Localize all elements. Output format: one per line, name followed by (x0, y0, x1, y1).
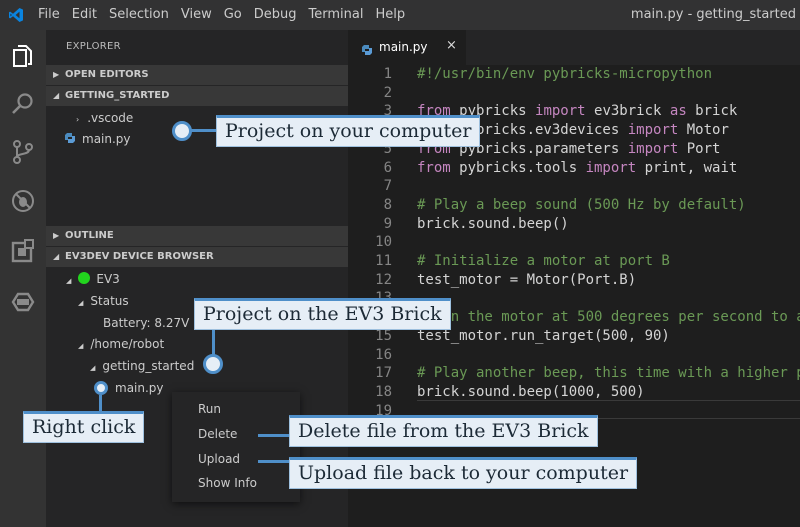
line-number: 17 (375, 365, 392, 382)
line-number: 9 (383, 215, 392, 232)
menu-item-upload[interactable]: Upload (198, 452, 240, 466)
callout-project-brick: Project on the EV3 Brick (194, 298, 451, 330)
chevron-right-icon: ▶ (53, 231, 60, 240)
line-number: 16 (375, 346, 392, 363)
menu-item-delete[interactable]: Delete (198, 427, 237, 441)
line-number: 18 (375, 383, 392, 400)
section-device-browser[interactable]: ◢ EV3DEV DEVICE BROWSER (46, 247, 348, 267)
battery-status: Battery: 8.27V (103, 316, 190, 330)
explorer-title: EXPLORER (66, 41, 121, 52)
files-icon[interactable] (9, 42, 37, 70)
tree-device-ev3[interactable]: ◢ EV3 (66, 269, 120, 289)
tree-status[interactable]: ◢ Status (78, 291, 129, 311)
chevron-down-icon: ◢ (78, 299, 84, 307)
chevron-down-icon: ◢ (78, 342, 84, 350)
code-line: test_motor.run_target(500, 90) (417, 327, 670, 344)
title-bar: File Edit Selection View Go Debug Termin… (0, 0, 800, 30)
section-open-editors[interactable]: ▶ OPEN EDITORS (46, 65, 348, 85)
section-outline[interactable]: ▶ OUTLINE (46, 226, 348, 246)
callout-marker-dot (172, 121, 192, 141)
code-line: from pybricks.tools import print, wait (417, 159, 738, 176)
tab-label: main.py (379, 40, 428, 54)
line-number: 6 (383, 159, 392, 176)
python-file-icon (361, 41, 373, 55)
vscode-logo-icon (8, 7, 24, 23)
line-number: 12 (375, 271, 392, 288)
window-title: main.py - getting_started (630, 7, 796, 22)
extensions-icon[interactable] (9, 237, 37, 265)
menu-debug[interactable]: Debug (254, 0, 297, 30)
tree-folder-getting-started[interactable]: ◢ getting_started (90, 356, 194, 376)
callout-connector (190, 129, 218, 132)
code-line: # Play another beep, this time with a hi… (417, 365, 800, 382)
callout-connector (212, 330, 215, 356)
close-icon[interactable]: × (446, 38, 457, 53)
chevron-down-icon: ◢ (53, 91, 60, 100)
callout-connector (258, 434, 290, 437)
menu-help[interactable]: Help (375, 0, 405, 30)
callout-project-computer: Project on your computer (216, 115, 481, 147)
menu-file[interactable]: File (38, 0, 60, 30)
tree-file-main-py[interactable]: main.py (64, 129, 131, 149)
chevron-right-icon: › (76, 115, 80, 124)
tree-device-file-main-py[interactable]: main.py (115, 378, 164, 398)
context-menu: Run Delete Upload Show Info (172, 392, 300, 502)
line-number: 1 (383, 66, 392, 82)
code-line: # Initialize a motor at port B (417, 253, 670, 269)
menu-item-show-info[interactable]: Show Info (198, 476, 257, 490)
ev3-icon[interactable] (9, 288, 37, 316)
menu-go[interactable]: Go (224, 0, 242, 30)
code-line: brick.sound.beep() (417, 215, 569, 232)
chevron-right-icon: ▶ (53, 70, 60, 79)
menu-bar: File Edit Selection View Go Debug Termin… (38, 0, 417, 30)
code-line: brick.sound.beep(1000, 500) (417, 383, 645, 400)
code-line: test_motor = Motor(Port.B) (417, 271, 637, 288)
chevron-down-icon: ◢ (53, 252, 60, 261)
code-line: # Play a beep sound (500 Hz by default) (417, 196, 746, 213)
chevron-down-icon: ◢ (90, 364, 96, 372)
tree-folder-home-robot[interactable]: ◢/home/robot (78, 334, 164, 354)
line-number: 8 (383, 196, 392, 213)
line-number: 2 (383, 84, 392, 101)
debug-icon[interactable] (9, 187, 37, 215)
callout-marker-dot (94, 381, 108, 395)
line-number: 7 (383, 178, 392, 195)
tab-main-py[interactable]: main.py × (348, 30, 466, 65)
callout-upload-file: Upload file back to your computer (289, 457, 638, 489)
search-icon[interactable] (9, 90, 37, 118)
callout-connector (258, 460, 290, 463)
chevron-down-icon: ◢ (66, 277, 72, 285)
code-line: #!/usr/bin/env pybricks-micropython (417, 66, 713, 82)
status-led-icon (78, 272, 91, 284)
menu-terminal[interactable]: Terminal (309, 0, 364, 30)
line-number: 10 (375, 234, 392, 251)
activity-bar (0, 30, 46, 527)
menu-view[interactable]: View (181, 0, 212, 30)
callout-delete-file: Delete file from the EV3 Brick (289, 415, 598, 447)
menu-selection[interactable]: Selection (109, 0, 169, 30)
menu-item-run[interactable]: Run (198, 402, 221, 416)
code-line: # Run the motor at 500 degrees per secon… (417, 309, 800, 326)
tree-folder-vscode[interactable]: › .vscode (76, 108, 133, 128)
callout-right-click: Right click (23, 411, 145, 443)
source-control-icon[interactable] (9, 138, 37, 166)
callout-marker-dot (203, 354, 223, 374)
python-file-icon (64, 130, 76, 143)
editor-tab-bar: main.py × (348, 30, 800, 65)
menu-edit[interactable]: Edit (72, 0, 97, 30)
section-getting-started[interactable]: ◢ GETTING_STARTED (46, 86, 348, 106)
line-number: 11 (375, 253, 392, 269)
